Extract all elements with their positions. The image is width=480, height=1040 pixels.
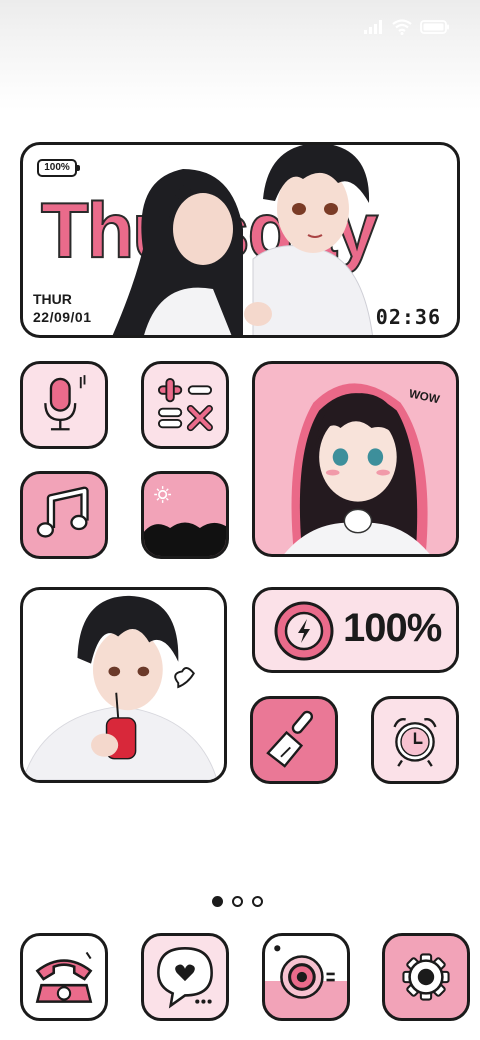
messages-icon [157,947,213,1009]
signal-icon [364,20,382,34]
bolt-icon [274,601,334,661]
illustration-girl: WOW [284,383,441,554]
dock-camera-app[interactable] [262,933,350,1021]
calculator-app[interactable] [141,361,229,449]
camera-icon [274,945,335,999]
dock-messages-app[interactable] [141,933,229,1021]
photo-widget-girl[interactable]: WOW [252,361,459,557]
page-dot-2[interactable] [232,896,243,907]
photo-widget-boy[interactable] [20,587,227,783]
page-dot-3[interactable] [252,896,263,907]
date-time-widget[interactable]: Thursday 100% THUR 22/09/01 02:36 [20,142,460,338]
page-indicator[interactable] [212,896,263,907]
cleaner-app[interactable] [250,696,338,784]
weather-icon [144,486,226,556]
day-short: THUR [33,291,72,307]
recorder-app[interactable] [20,361,108,449]
battery-icon [420,20,449,34]
illustration-couple [112,145,373,335]
microphone-icon [44,375,86,431]
brush-icon [266,710,314,768]
battery-widget[interactable]: 100% [252,587,459,673]
alarm-clock-icon [393,718,437,767]
phone-icon [35,951,93,1003]
settings-icon [402,953,450,1001]
page-dot-1[interactable] [212,896,223,907]
music-note-icon [36,486,89,538]
dock-settings-app[interactable] [382,933,470,1021]
clock-app[interactable] [371,696,459,784]
calculator-icon [157,377,213,432]
wifi-icon [392,19,412,35]
illustration-boy [23,595,218,780]
battery-badge: 100% [37,159,80,177]
music-app[interactable] [20,471,108,559]
dock-phone-app[interactable] [20,933,108,1021]
weather-app[interactable] [141,471,229,559]
battery-percent: 100% [343,606,442,650]
status-bar [364,14,450,40]
svg-text:WOW: WOW [408,387,441,406]
time-label: 02:36 [375,305,441,329]
date-label: 22/09/01 [33,309,92,325]
